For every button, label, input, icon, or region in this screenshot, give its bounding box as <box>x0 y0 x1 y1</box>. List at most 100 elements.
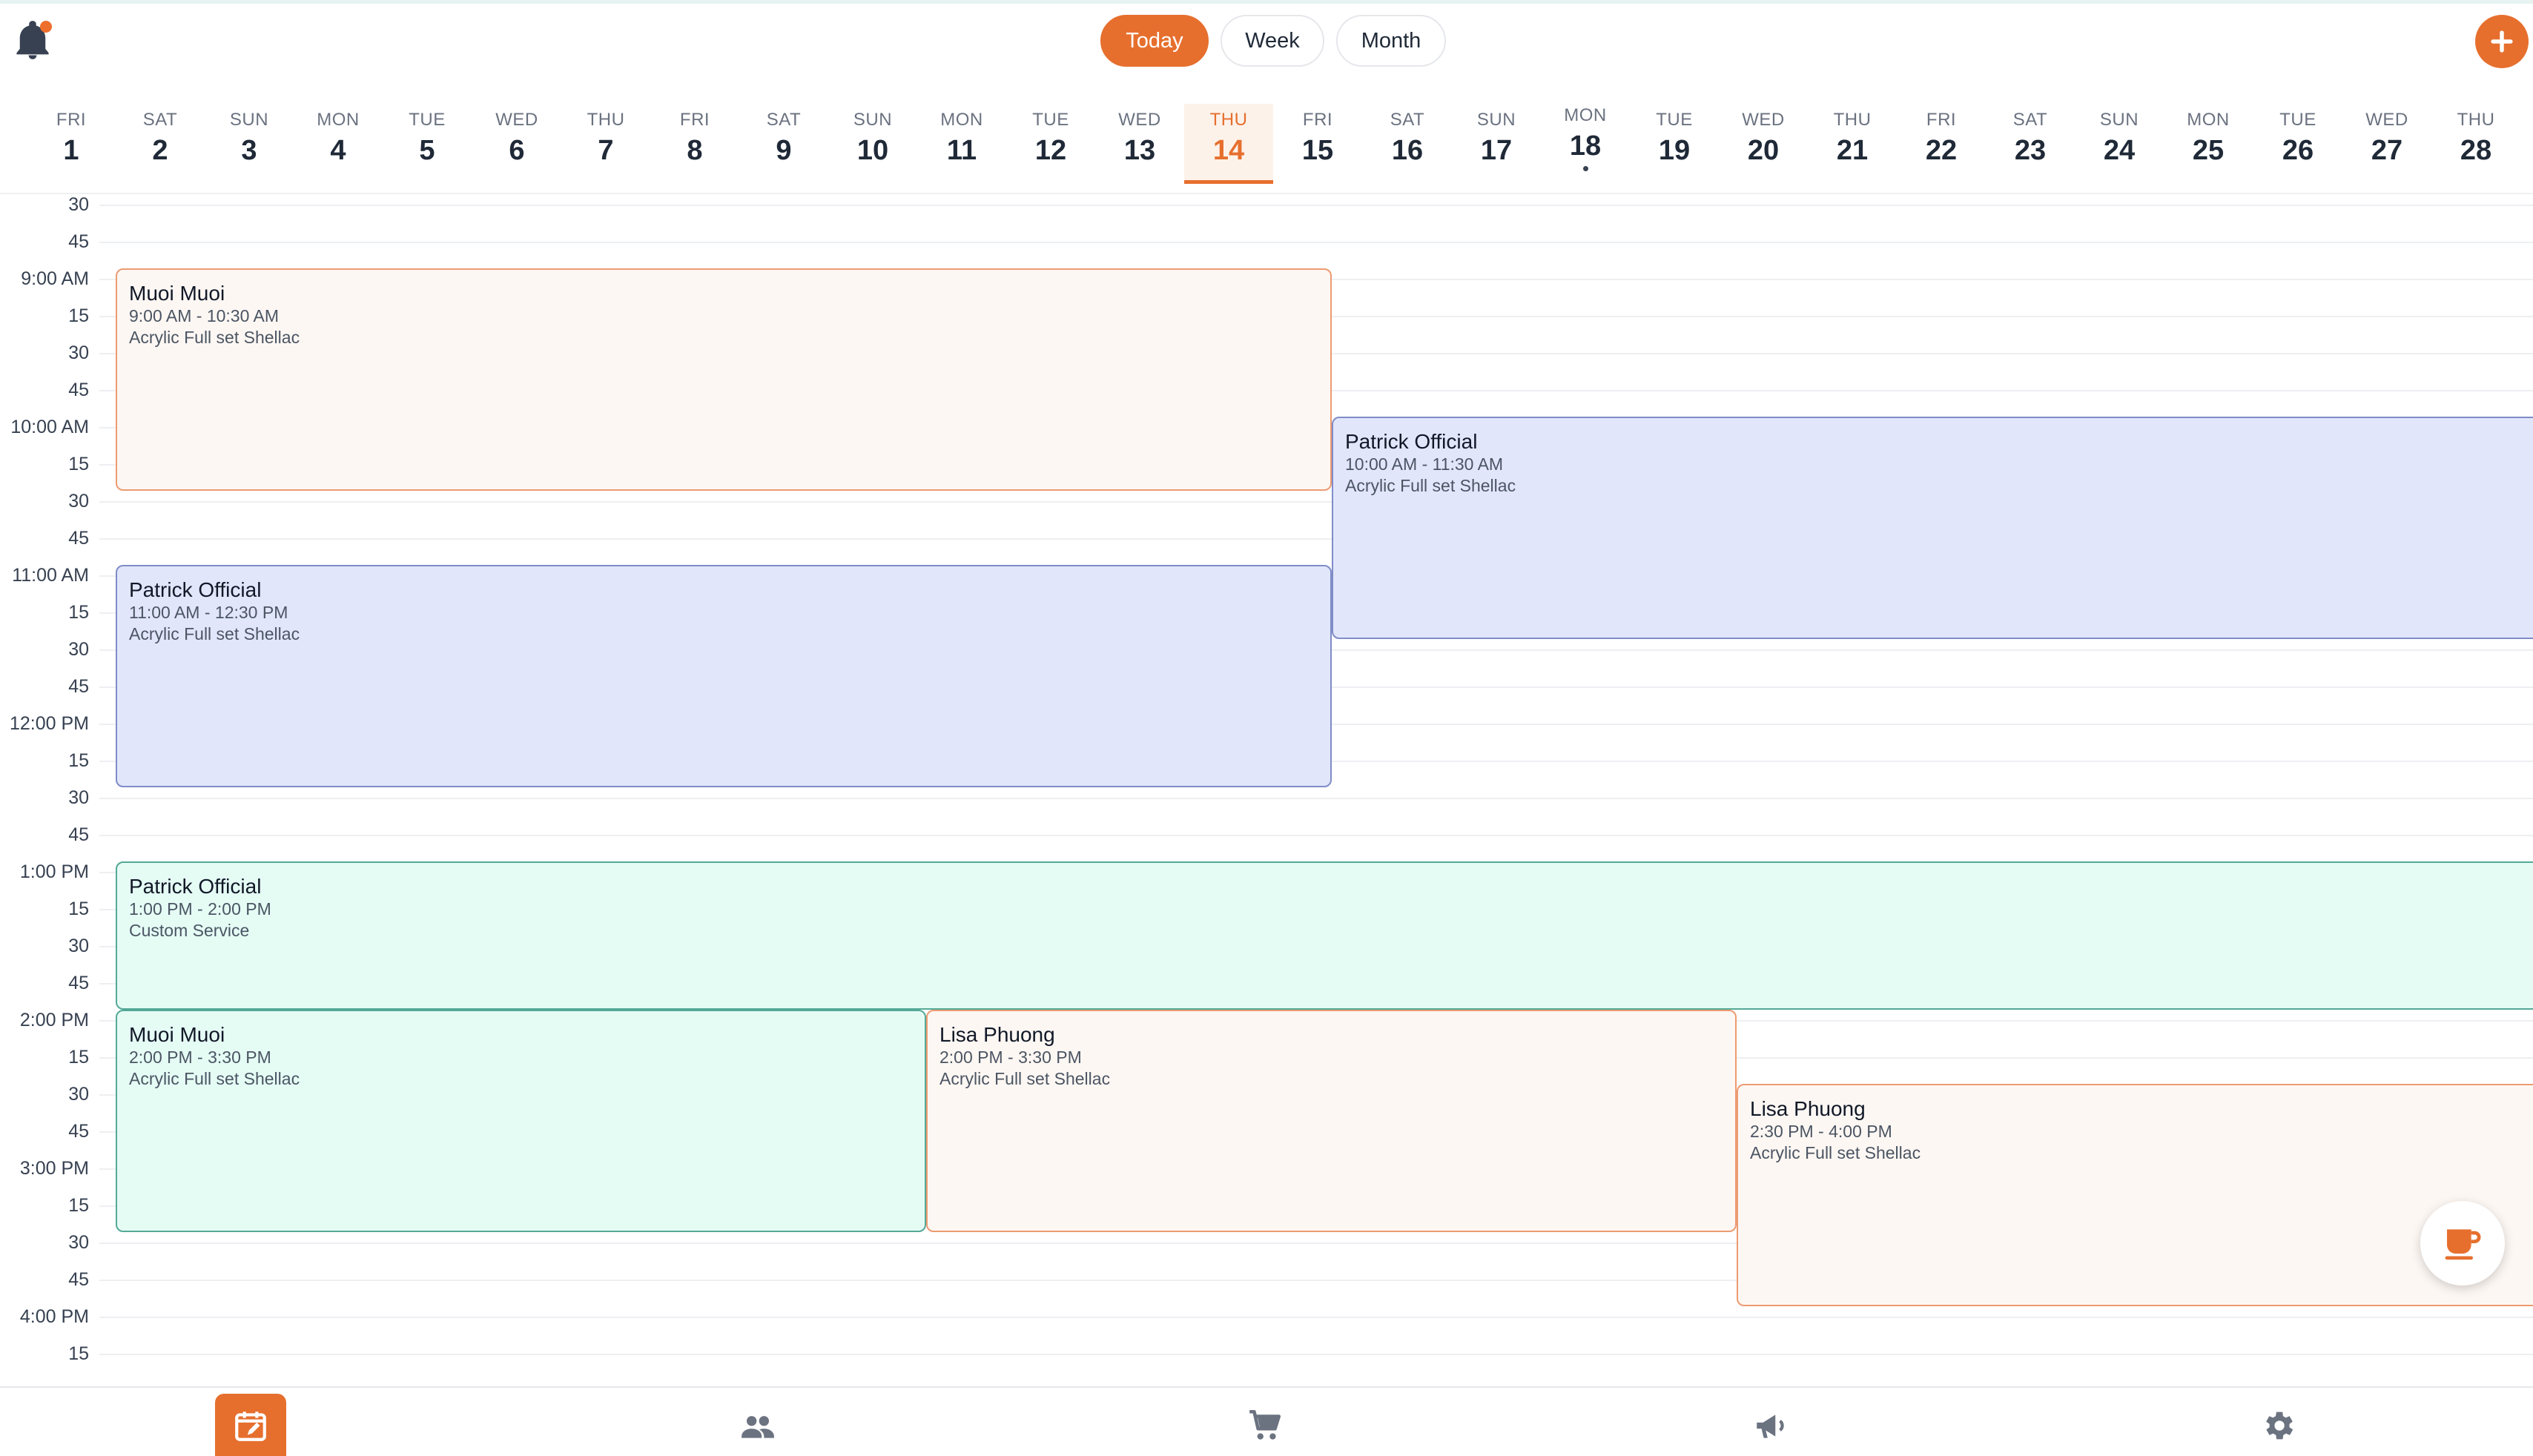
day-13[interactable]: WED 13 <box>1095 96 1184 178</box>
bottom-navigation <box>0 1386 2533 1456</box>
nav-checkout[interactable] <box>1229 1394 1301 1456</box>
day-26[interactable]: TUE 26 <box>2253 96 2342 178</box>
time-label: 45 <box>68 380 89 400</box>
day-of-week-label: WED <box>1742 110 1785 130</box>
day-15[interactable]: FRI 15 <box>1273 96 1362 178</box>
day-22[interactable]: FRI 22 <box>1897 96 1986 178</box>
time-label: 15 <box>68 1343 89 1364</box>
time-label: 30 <box>68 1232 89 1253</box>
notifications-button[interactable] <box>13 19 52 61</box>
plus-icon <box>2491 30 2513 53</box>
gear-icon <box>2266 1412 2293 1440</box>
day-6[interactable]: WED 6 <box>472 96 561 178</box>
time-label: 15 <box>68 305 89 326</box>
add-appointment-button[interactable] <box>2475 15 2529 68</box>
appointment-service: Acrylic Full set Shellac <box>1750 1143 1921 1162</box>
top-accent-line <box>0 0 2533 4</box>
time-label: 15 <box>68 1047 89 1068</box>
appointment-service: Custom Service <box>129 921 250 940</box>
day-number: 8 <box>687 135 703 166</box>
day-strip: FRI 1 SAT 2 SUN 3 MON 4 TUE 5 WED 6 THU 7 FRI 8 SAT 9 SUN 1… <box>0 96 2533 194</box>
day-9[interactable]: SAT 9 <box>739 96 828 178</box>
time-label: 45 <box>68 231 89 252</box>
day-of-week-label: FRI <box>1302 110 1333 130</box>
day-number: 3 <box>241 135 257 166</box>
day-number: 26 <box>2282 135 2314 166</box>
nav-settings[interactable] <box>2242 1394 2314 1456</box>
day-number: 15 <box>1301 135 1334 166</box>
nav-marketing[interactable] <box>1735 1394 1806 1456</box>
today-indicator-dot <box>1583 166 1588 171</box>
day-of-week-label: SUN <box>229 110 269 130</box>
appointment-service: Acrylic Full set Shellac <box>1345 476 1516 495</box>
time-label: 15 <box>68 454 89 474</box>
time-label: 9:00 AM <box>21 268 89 289</box>
time-label: 30 <box>68 639 89 660</box>
day-2[interactable]: SAT 2 <box>116 96 205 178</box>
day-number: 1 <box>63 135 79 166</box>
megaphone-icon <box>1757 1414 1784 1438</box>
day-of-week-label: FRI <box>679 110 710 130</box>
day-14[interactable]: THU 14 <box>1184 104 1273 184</box>
day-27[interactable]: WED 27 <box>2342 96 2431 178</box>
appointment-service: Acrylic Full set Shellac <box>129 1069 300 1088</box>
time-label: 15 <box>68 750 89 771</box>
today-button[interactable]: Today <box>1100 15 1209 67</box>
day-12[interactable]: TUE 12 <box>1006 96 1095 178</box>
day-28[interactable]: THU 28 <box>2431 96 2520 178</box>
appointment-time: 9:00 AM - 10:30 AM <box>129 306 280 325</box>
appointment-name: Patrick Official <box>129 578 262 601</box>
day-19[interactable]: TUE 19 <box>1630 96 1719 178</box>
appointment-name: Patrick Official <box>129 875 262 898</box>
time-label: 30 <box>68 936 89 956</box>
day-5[interactable]: TUE 5 <box>383 96 472 178</box>
day-17[interactable]: SUN 17 <box>1452 96 1541 178</box>
day-of-week-label: MON <box>940 110 983 130</box>
day-16[interactable]: SAT 16 <box>1363 96 1452 178</box>
month-view-button[interactable]: Month <box>1336 15 1446 67</box>
time-label: 30 <box>68 787 89 808</box>
day-20[interactable]: WED 20 <box>1719 96 1808 178</box>
day-24[interactable]: SUN 24 <box>2075 96 2164 178</box>
day-number: 2 <box>152 135 168 166</box>
appointment-card[interactable]: Lisa Phuong 2:30 PM - 4:00 PM Acrylic Full… <box>1737 1084 2533 1306</box>
week-view-button[interactable]: Week <box>1221 15 1324 67</box>
appointment-name: Patrick Official <box>1345 430 1478 453</box>
appointment-card[interactable]: Patrick Official 1:00 PM - 2:00 PM Custom … <box>116 861 2533 1010</box>
day-25[interactable]: MON 25 <box>2164 96 2253 178</box>
notification-badge <box>40 21 52 33</box>
coffee-cup-icon <box>2445 1229 2481 1260</box>
day-11[interactable]: MON 11 <box>917 96 1006 178</box>
appointment-card[interactable]: Patrick Official 10:00 AM - 11:30 AM Acryl… <box>1332 417 2533 639</box>
time-label: 12:00 PM <box>9 713 89 734</box>
day-4[interactable]: MON 4 <box>294 96 383 178</box>
appointment-card[interactable]: Patrick Official 11:00 AM - 12:30 PM Acryl… <box>116 565 1332 787</box>
time-label: 2:00 PM <box>19 1010 89 1030</box>
day-number: 11 <box>946 135 977 166</box>
day-7[interactable]: THU 7 <box>561 96 650 178</box>
day-of-week-label: THU <box>2457 110 2495 130</box>
break-button[interactable] <box>2420 1201 2505 1285</box>
nav-calendar[interactable] <box>215 1394 286 1456</box>
day-10[interactable]: SUN 10 <box>828 96 917 178</box>
appointment-card[interactable]: Muoi Muoi 9:00 AM - 10:30 AM Acrylic Full … <box>116 268 1332 491</box>
day-3[interactable]: SUN 3 <box>205 96 294 178</box>
nav-customers[interactable] <box>722 1394 793 1456</box>
appointment-card[interactable]: Muoi Muoi 2:00 PM - 3:30 PM Acrylic Full s… <box>116 1010 926 1232</box>
day-of-week-label: THU <box>1209 110 1248 130</box>
calendar-edit-icon <box>235 1412 266 1441</box>
appointment-name: Muoi Muoi <box>129 1023 225 1046</box>
time-label: 30 <box>68 1084 89 1105</box>
time-label: 45 <box>68 1121 89 1142</box>
day-8[interactable]: FRI 8 <box>650 96 739 178</box>
day-of-week-label: TUE <box>1656 110 1693 130</box>
day-1[interactable]: FRI 1 <box>27 96 116 178</box>
time-label: 10:00 AM <box>10 417 89 437</box>
day-23[interactable]: SAT 23 <box>1986 96 2075 178</box>
day-18[interactable]: MON 18 <box>1541 96 1630 178</box>
day-number: 20 <box>1747 135 1780 166</box>
appointment-time: 2:00 PM - 3:30 PM <box>939 1048 1082 1067</box>
day-21[interactable]: THU 21 <box>1808 96 1897 178</box>
time-label: 30 <box>68 343 89 363</box>
appointment-card[interactable]: Lisa Phuong 2:00 PM - 3:30 PM Acrylic Full… <box>926 1010 1737 1232</box>
